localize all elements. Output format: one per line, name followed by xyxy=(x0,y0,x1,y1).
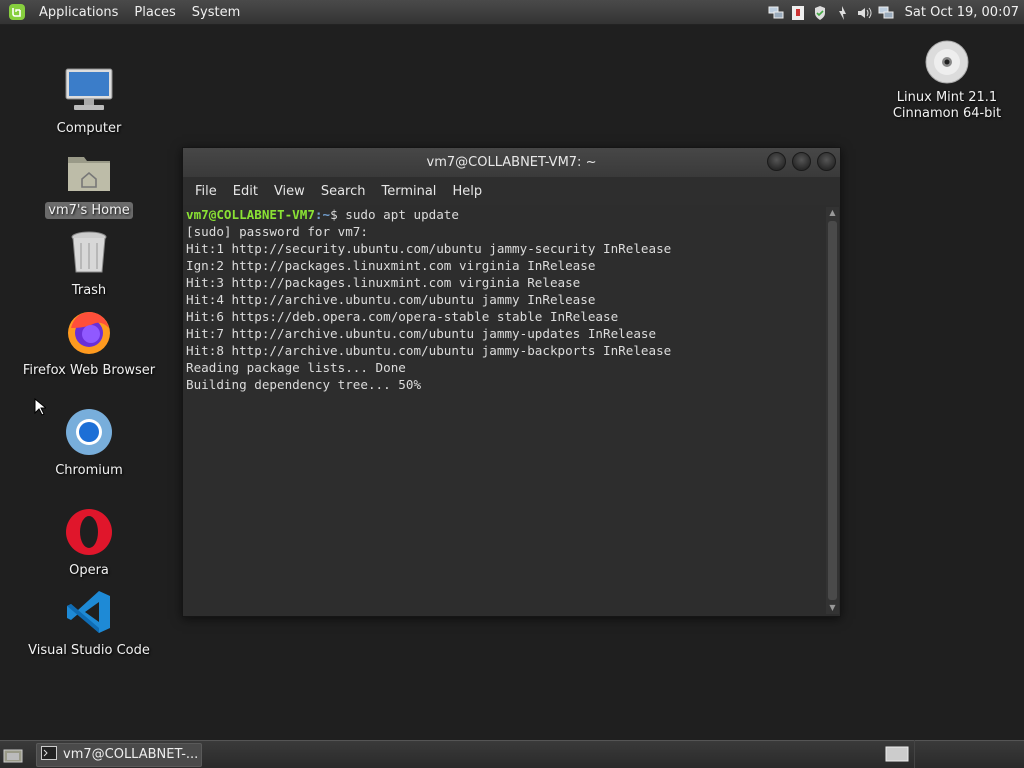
output-line: Hit:1 http://security.ubuntu.com/ubuntu … xyxy=(186,241,672,256)
prompt-line: vm7@COLLABNET-VM7:~$ sudo apt update xyxy=(186,206,824,223)
desktop-icon-opera[interactable]: Opera xyxy=(19,506,159,579)
network-connection-icon[interactable] xyxy=(877,4,895,22)
desktop-icon-firefox[interactable]: Firefox Web Browser xyxy=(19,306,159,379)
menu-view[interactable]: View xyxy=(266,184,313,199)
desktop-icon-label: Firefox Web Browser xyxy=(22,363,156,378)
chromium-icon xyxy=(63,406,115,458)
home-folder-icon xyxy=(63,146,115,198)
desktop-icon-label: vm7's Home xyxy=(45,202,133,219)
close-button[interactable] xyxy=(817,152,836,171)
terminal-scrollbar[interactable]: ▲ ▼ xyxy=(826,207,839,614)
system-menu[interactable]: System xyxy=(184,5,248,20)
network-icon[interactable] xyxy=(767,4,785,22)
scroll-thumb[interactable] xyxy=(828,221,837,600)
desktop-icon-label: Trash xyxy=(71,283,107,298)
desktop-icon-label: Visual Studio Code xyxy=(28,643,150,658)
desktop-icon-label: Opera xyxy=(69,563,109,578)
prompt-path: :~ xyxy=(314,207,331,222)
desktop-icon-computer[interactable]: Computer xyxy=(19,64,159,137)
menu-search[interactable]: Search xyxy=(313,184,374,199)
menu-terminal[interactable]: Terminal xyxy=(373,184,444,199)
terminal-titlebar[interactable]: vm7@COLLABNET-VM7: ~ xyxy=(183,148,840,177)
notification-icon[interactable] xyxy=(833,4,851,22)
volume-icon[interactable] xyxy=(855,4,873,22)
scroll-up-icon[interactable]: ▲ xyxy=(826,207,839,219)
terminal-menubar: File Edit View Search Terminal Help xyxy=(183,177,840,205)
firefox-icon xyxy=(63,306,115,358)
trash-icon xyxy=(63,226,115,278)
terminal-window[interactable]: vm7@COLLABNET-VM7: ~ File Edit View Sear… xyxy=(182,147,841,617)
shield-icon[interactable] xyxy=(811,4,829,22)
desktop-icon-vscode[interactable]: Visual Studio Code xyxy=(19,586,159,659)
desktop-icon-label: Chromium xyxy=(55,463,123,478)
prompt-user: vm7@COLLABNET-VM7 xyxy=(186,207,315,222)
output-line: Hit:4 http://archive.ubuntu.com/ubuntu j… xyxy=(186,292,596,307)
applications-menu[interactable]: Applications xyxy=(31,5,126,20)
terminal-icon xyxy=(41,745,57,764)
output-line: [sudo] password for vm7: xyxy=(186,224,368,239)
top-panel: Applications Places System Sat Oct 19, 0… xyxy=(0,0,1024,25)
output-line: Ign:2 http://packages.linuxmint.com virg… xyxy=(186,258,596,273)
mint-menu-icon[interactable] xyxy=(7,2,27,22)
bottom-panel: vm7@COLLABNET-... xyxy=(0,740,1024,768)
desktop-icon-trash[interactable]: Trash xyxy=(19,226,159,299)
mouse-cursor-icon xyxy=(34,397,48,420)
places-menu[interactable]: Places xyxy=(126,5,183,20)
output-line: Hit:7 http://archive.ubuntu.com/ubuntu j… xyxy=(186,326,657,341)
show-desktop-icon[interactable] xyxy=(0,742,26,768)
opera-icon xyxy=(63,506,115,558)
scroll-down-icon[interactable]: ▼ xyxy=(826,602,839,614)
vscode-icon xyxy=(63,586,115,638)
disc-label-line2: Cinnamon 64-bit xyxy=(892,106,1002,121)
prompt-command: $ sudo apt update xyxy=(330,207,459,222)
menu-file[interactable]: File xyxy=(187,184,225,199)
maximize-button[interactable] xyxy=(792,152,811,171)
clock[interactable]: Sat Oct 19, 00:07 xyxy=(897,5,1024,20)
output-line: Reading package lists... Done xyxy=(186,360,406,375)
computer-icon xyxy=(63,64,115,116)
desktop-icon-disc[interactable]: Linux Mint 21.1 Cinnamon 64-bit xyxy=(877,36,1017,122)
menu-edit[interactable]: Edit xyxy=(225,184,266,199)
output-line: Building dependency tree... 50% xyxy=(186,377,422,392)
output-line: Hit:3 http://packages.linuxmint.com virg… xyxy=(186,275,581,290)
disc-icon xyxy=(921,36,973,88)
update-icon[interactable] xyxy=(789,4,807,22)
taskbar-window-terminal[interactable]: vm7@COLLABNET-... xyxy=(36,742,202,767)
minimize-button[interactable] xyxy=(767,152,786,171)
system-tray: Sat Oct 19, 00:07 xyxy=(765,0,1024,25)
disc-label-line1: Linux Mint 21.1 xyxy=(896,90,998,105)
window-title: vm7@COLLABNET-VM7: ~ xyxy=(426,155,597,170)
menu-help[interactable]: Help xyxy=(444,184,490,199)
output-line: Hit:6 https://deb.opera.com/opera-stable… xyxy=(186,309,619,324)
window-controls xyxy=(761,152,836,171)
terminal-output[interactable]: vm7@COLLABNET-VM7:~$ sudo apt update [sud… xyxy=(183,205,840,616)
workspace-empty[interactable] xyxy=(914,740,1024,768)
desktop-icon-home[interactable]: vm7's Home xyxy=(19,146,159,219)
desktop-icon-label: Computer xyxy=(56,121,122,136)
output-line: Hit:8 http://archive.ubuntu.com/ubuntu j… xyxy=(186,343,672,358)
terminal-text: vm7@COLLABNET-VM7:~$ sudo apt update [sud… xyxy=(186,206,824,393)
workspace-switcher[interactable] xyxy=(880,742,914,766)
taskbar-window-label: vm7@COLLABNET-... xyxy=(63,747,199,762)
